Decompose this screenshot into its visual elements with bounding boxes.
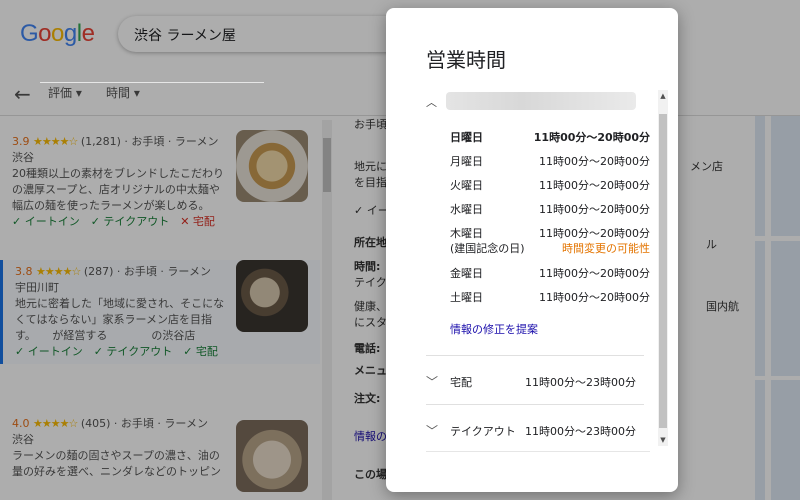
chevron-up-icon[interactable]: ︿: [426, 94, 437, 110]
day-label: 日曜日: [450, 131, 483, 144]
day-label: 火曜日: [450, 179, 483, 192]
day-label: 木曜日: [450, 227, 483, 240]
hours-scrollbar[interactable]: ▲ ▼: [658, 90, 668, 446]
scrollbar-thumb[interactable]: [659, 114, 667, 428]
hours-change-warning: 時間変更の可能性: [562, 242, 650, 255]
holiday-note: (建国記念の日): [450, 242, 525, 255]
chevron-down-icon[interactable]: ﹀: [426, 422, 438, 439]
time-range: 11時00分～20時00分: [539, 267, 650, 280]
chevron-down-icon[interactable]: ﹀: [426, 373, 438, 390]
scroll-up-arrow-icon[interactable]: ▲: [658, 90, 668, 102]
suggest-edit-link[interactable]: 情報の修正を提案: [450, 321, 538, 337]
time-range: 11時00分～20時00分: [539, 203, 650, 216]
dialog-title: 営業時間: [426, 48, 506, 72]
service-label: 宅配: [450, 376, 472, 389]
day-label: 金曜日: [450, 267, 483, 280]
takeout-hours-row[interactable]: ﹀ テイクアウト 11時00分～23時00分: [426, 421, 644, 441]
scroll-down-arrow-icon[interactable]: ▼: [658, 434, 668, 446]
day-label: 水曜日: [450, 203, 483, 216]
divider: [426, 404, 644, 405]
day-label: 土曜日: [450, 291, 483, 304]
place-name-blurred: [446, 92, 636, 110]
time-range: 11時00分～20時00分: [533, 131, 650, 144]
time-range: 11時00分～20時00分: [539, 227, 650, 240]
service-time: 11時00分～23時00分: [525, 425, 636, 438]
time-range: 11時00分～20時00分: [539, 179, 650, 192]
time-range: 11時00分～20時00分: [539, 291, 650, 304]
time-range: 11時00分～20時00分: [539, 155, 650, 168]
divider: [426, 355, 644, 356]
day-label: 月曜日: [450, 155, 483, 168]
panel-top-border: [40, 82, 264, 83]
delivery-hours-row[interactable]: ﹀ 宅配 11時00分～23時00分: [426, 372, 644, 392]
service-label: テイクアウト: [450, 425, 516, 438]
service-time: 11時00分～23時00分: [525, 376, 636, 389]
panel-bottom-border: [426, 451, 650, 452]
